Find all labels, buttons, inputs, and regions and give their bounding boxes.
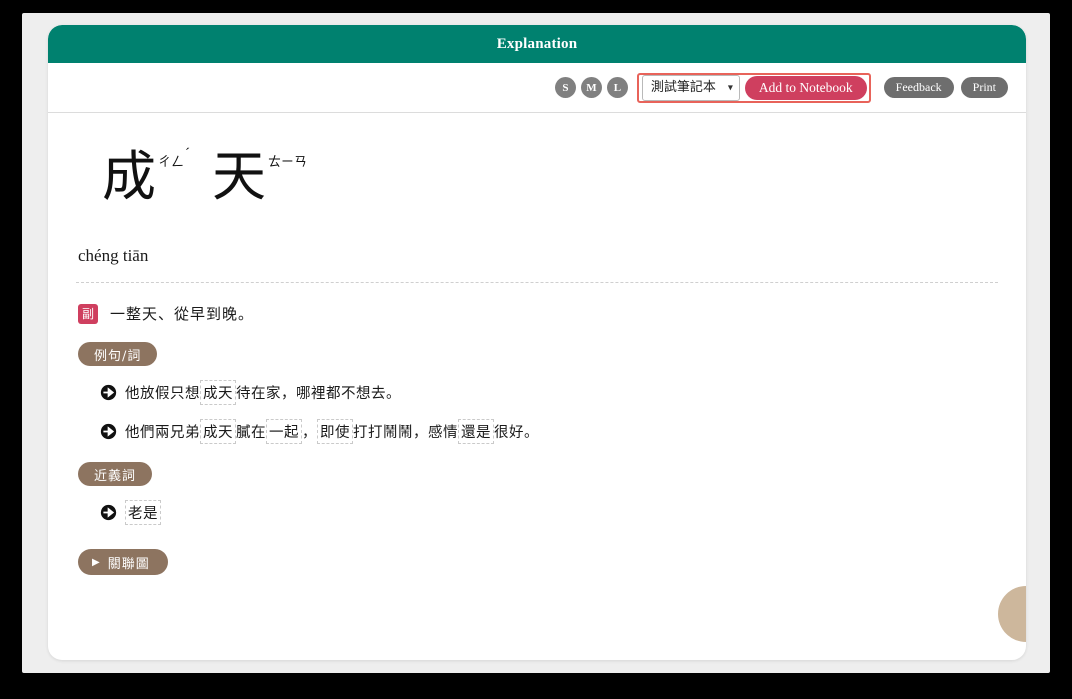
print-button[interactable]: Print [960, 77, 1008, 98]
font-size-small-button[interactable]: S [554, 77, 576, 98]
sentence-fragment: 他們兩兄弟 [125, 425, 200, 441]
tone-mark: ˊ [185, 146, 191, 162]
sentence-fragment: ， [302, 425, 317, 441]
notebook-select[interactable]: 測試筆記本 [641, 74, 740, 101]
part-of-speech-badge: 副 [78, 303, 98, 324]
example-sentence: 老是 [125, 500, 161, 525]
arrow-right-circle-icon [100, 423, 117, 440]
sentence-fragment: 他放假只想 [125, 386, 200, 402]
highlighted-term[interactable]: 成天 [200, 419, 236, 444]
toolbar: S M L 測試筆記本 ▾ Add to Notebook Feedback P… [48, 63, 1026, 113]
headword: 成 ㄔㄥ ˊ 天 ㄊㄧㄢ [102, 145, 998, 220]
notebook-select-wrapper: 測試筆記本 ▾ [641, 74, 740, 101]
sentence-fragment: 膩在 [236, 425, 266, 441]
example-sentence: 他放假只想 成天 待在家，哪裡都不想去。 [125, 380, 401, 405]
sentence-fragment: 很好。 [494, 425, 539, 441]
list-item: 他們兩兄弟 成天 膩在 一起，即使 打打鬧鬧，感情 還是 很好。 [100, 419, 998, 444]
highlighted-term[interactable]: 即使 [317, 419, 353, 444]
sentence-fragment: 打打鬧鬧，感情 [353, 425, 458, 441]
definition-text: 一整天、從早到晚。 [110, 305, 255, 323]
zhuyin-text: ㄔㄥ [158, 155, 185, 170]
synonyms-section-label: 近義詞 [78, 462, 153, 486]
divider [76, 282, 998, 283]
highlighted-term[interactable]: 老是 [125, 500, 161, 525]
screen: Explanation S M L 測試筆記本 ▾ Add to Noteboo… [0, 0, 1072, 699]
definition-row: 副 一整天、從早到晚。 [76, 303, 998, 324]
font-size-large-button[interactable]: L [606, 77, 628, 98]
relation-graph-label: 關聯圖 [107, 556, 150, 572]
relation-graph-button[interactable]: ▶ 關聯圖 [78, 549, 168, 575]
examples-list: 他放假只想 成天 待在家，哪裡都不想去。 他們兩兄弟 成天 膩在 一起，即使 打打鬧鬧，感情還… [76, 380, 998, 444]
arrow-right-circle-icon [100, 504, 117, 521]
feedback-button[interactable]: Feedback [883, 77, 954, 98]
highlighted-term[interactable]: 還是 [458, 419, 494, 444]
explanation-card: Explanation S M L 測試筆記本 ▾ Add to Noteboo… [48, 25, 1026, 660]
entry-content: 成 ㄔㄥ ˊ 天 ㄊㄧㄢ chéng tiān 副 一整天、從早到晚。 例句/詞… [48, 114, 1026, 660]
synonyms-list: 老是 [76, 500, 998, 525]
font-size-medium-button[interactable]: M [580, 77, 602, 98]
zhuyin-annotation: ㄊㄧㄢ [266, 148, 308, 169]
sentence-fragment: 待在家，哪裡都不想去。 [236, 386, 401, 402]
zhuyin-annotation: ㄔㄥ ˊ [156, 146, 191, 170]
list-item: 老是 [100, 500, 998, 525]
highlighted-term[interactable]: 一起 [266, 419, 302, 444]
headword-char-unit: 天 ㄊㄧㄢ [212, 148, 308, 206]
highlighted-term[interactable]: 成天 [200, 380, 236, 405]
notebook-control-group: 測試筆記本 ▾ Add to Notebook [636, 72, 871, 103]
headword-char: 成 [102, 145, 156, 208]
add-to-notebook-button[interactable]: Add to Notebook [744, 75, 867, 100]
play-triangle-icon: ▶ [92, 556, 101, 568]
example-sentence: 他們兩兄弟 成天 膩在 一起，即使 打打鬧鬧，感情 還是 很好。 [125, 419, 539, 444]
zhuyin-text: ㄊㄧㄢ [268, 155, 308, 170]
arrow-right-circle-icon [100, 384, 117, 401]
card-header: Explanation [48, 25, 1026, 63]
headword-char: 天 [212, 145, 267, 208]
page-title: Explanation [496, 35, 578, 52]
examples-section-label: 例句/詞 [78, 342, 158, 366]
pinyin-romanization: chéng tiān [78, 246, 149, 265]
headword-char-unit: 成 ㄔㄥ ˊ [102, 145, 191, 208]
list-item: 他放假只想 成天 待在家，哪裡都不想去。 [100, 380, 998, 405]
